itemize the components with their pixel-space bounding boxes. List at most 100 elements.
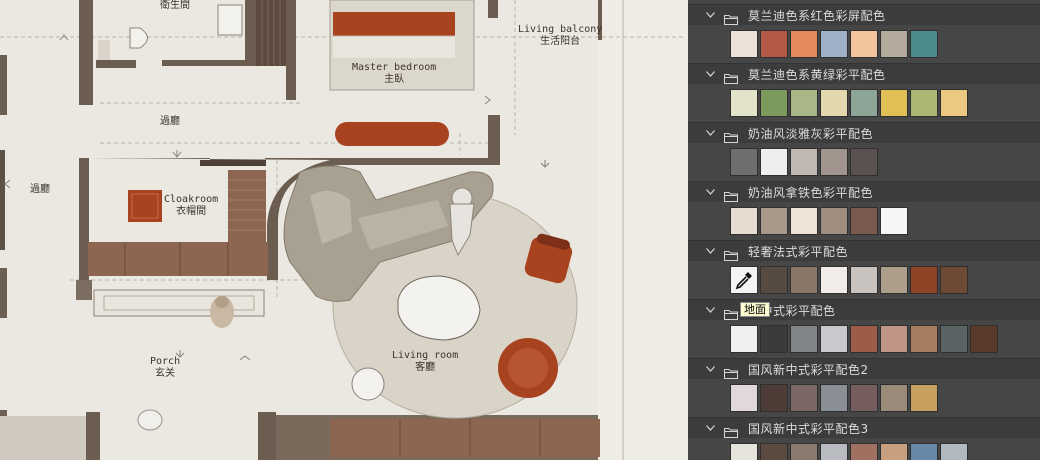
color-swatch[interactable] <box>790 443 818 460</box>
color-swatch[interactable] <box>850 148 878 176</box>
room-label-corridor-2: 過廳 <box>30 184 50 195</box>
color-swatch[interactable] <box>940 443 968 460</box>
swatch-group-name: 奶油风拿铁色彩平配色 <box>748 185 874 200</box>
color-swatch[interactable] <box>910 89 938 117</box>
swatch-group-header[interactable]: 莫兰迪色系黄绿彩平配色 <box>688 63 1040 84</box>
color-swatch[interactable] <box>850 266 878 294</box>
color-swatch[interactable] <box>790 207 818 235</box>
swatch-group-header[interactable]: 莫兰迪色系红色彩屏配色 <box>688 4 1040 25</box>
color-swatch[interactable] <box>940 266 968 294</box>
color-swatch[interactable] <box>730 148 758 176</box>
swatch-group-header[interactable]: 奶油风淡雅灰彩平配色 <box>688 122 1040 143</box>
color-swatch[interactable] <box>760 384 788 412</box>
color-swatch[interactable] <box>940 89 968 117</box>
color-swatch[interactable] <box>790 325 818 353</box>
chevron-down-icon[interactable] <box>704 241 716 262</box>
color-swatch[interactable] <box>790 89 818 117</box>
swatch-row <box>688 379 1040 417</box>
color-swatch[interactable] <box>790 266 818 294</box>
color-swatch[interactable] <box>970 325 998 353</box>
color-swatch[interactable] <box>940 325 968 353</box>
swatch-row <box>688 143 1040 181</box>
color-swatch[interactable] <box>760 266 788 294</box>
color-swatch[interactable] <box>730 207 758 235</box>
color-swatch[interactable] <box>820 30 848 58</box>
color-swatch[interactable] <box>910 30 938 58</box>
room-label-porch: Porch 玄关 <box>150 356 181 379</box>
folder-icon <box>724 10 738 25</box>
color-swatch[interactable] <box>760 443 788 460</box>
chevron-down-icon[interactable] <box>704 64 716 85</box>
swatch-group-name: 国风新中式彩平配色3 <box>748 421 869 436</box>
color-swatch[interactable] <box>760 207 788 235</box>
color-swatch[interactable] <box>820 443 848 460</box>
color-swatch[interactable] <box>850 89 878 117</box>
swatch-group-header[interactable]: 奶油风拿铁色彩平配色 <box>688 181 1040 202</box>
color-swatch[interactable] <box>880 325 908 353</box>
color-swatch[interactable] <box>820 89 848 117</box>
room-label-living-room: Living room 客廳 <box>392 350 459 373</box>
color-swatch[interactable] <box>760 325 788 353</box>
chevron-down-icon[interactable] <box>704 123 716 144</box>
room-label-cloakroom: Cloakroom 衣帽間 <box>164 194 219 217</box>
color-swatch[interactable] <box>850 325 878 353</box>
color-swatch[interactable] <box>820 384 848 412</box>
color-swatch-eyedropper[interactable] <box>730 266 758 294</box>
folder-icon <box>724 246 738 261</box>
color-swatch[interactable] <box>850 30 878 58</box>
chevron-down-icon[interactable] <box>704 5 716 26</box>
chevron-down-icon[interactable] <box>704 300 716 321</box>
swatch-row <box>688 438 1040 460</box>
color-swatch[interactable] <box>910 325 938 353</box>
color-swatch[interactable] <box>790 148 818 176</box>
swatch-row <box>688 25 1040 63</box>
color-swatch[interactable] <box>880 207 908 235</box>
color-swatch[interactable] <box>850 384 878 412</box>
folder-icon <box>724 187 738 202</box>
color-swatch[interactable] <box>820 266 848 294</box>
color-swatch[interactable] <box>760 148 788 176</box>
swatch-group-header[interactable]: 国风新中式彩平配色2 <box>688 358 1040 379</box>
color-swatch[interactable] <box>880 30 908 58</box>
swatch-group-name: 莫兰迪色系红色彩屏配色 <box>748 8 886 23</box>
chevron-down-icon[interactable] <box>704 182 716 203</box>
color-swatch[interactable] <box>820 148 848 176</box>
color-swatch[interactable] <box>730 384 758 412</box>
color-swatch[interactable] <box>910 384 938 412</box>
folder-icon <box>724 69 738 84</box>
color-swatch[interactable] <box>730 30 758 58</box>
color-swatch[interactable] <box>760 30 788 58</box>
swatch-group-header[interactable]: 轻奢法式彩平配色 <box>688 240 1040 261</box>
color-swatch[interactable] <box>730 443 758 460</box>
color-swatch[interactable] <box>850 207 878 235</box>
folder-icon <box>724 364 738 379</box>
color-swatch[interactable] <box>850 443 878 460</box>
color-swatch[interactable] <box>730 89 758 117</box>
color-swatch[interactable] <box>910 266 938 294</box>
swatch-group-header[interactable]: 国风新中式彩平配色3 <box>688 417 1040 438</box>
floorplan-canvas[interactable]: 衛生間 Master bedroom 主臥 Living balcony 生活阳… <box>0 0 688 460</box>
folder-icon <box>724 128 738 143</box>
swatch-row <box>688 261 1040 299</box>
color-swatch[interactable] <box>880 384 908 412</box>
color-swatch[interactable] <box>790 30 818 58</box>
color-swatch[interactable] <box>880 266 908 294</box>
swatch-row <box>688 202 1040 240</box>
color-swatch[interactable] <box>880 89 908 117</box>
floorplan-drawing <box>0 0 688 460</box>
swatches-panel: 莫兰迪色系红色彩屏配色 莫兰迪色系黄绿彩平配色 奶油风淡雅灰彩平配色 奶油风拿铁色彩平… <box>688 0 1040 460</box>
color-swatch[interactable] <box>820 325 848 353</box>
color-swatch[interactable] <box>790 384 818 412</box>
room-label-master-bedroom: Master bedroom 主臥 <box>352 62 437 85</box>
color-swatch[interactable] <box>760 89 788 117</box>
swatch-group-name: 莫兰迪色系黄绿彩平配色 <box>748 67 886 82</box>
chevron-down-icon[interactable] <box>704 418 716 439</box>
chevron-down-icon[interactable] <box>704 359 716 380</box>
swatch-group-name: 奶油风淡雅灰彩平配色 <box>748 126 874 141</box>
color-swatch[interactable] <box>880 443 908 460</box>
room-label-corridor-1: 過廳 <box>160 116 180 127</box>
color-swatch[interactable] <box>820 207 848 235</box>
swatch-group-name: 国风新中式彩平配色2 <box>748 362 869 377</box>
color-swatch[interactable] <box>910 443 938 460</box>
color-swatch[interactable] <box>730 325 758 353</box>
